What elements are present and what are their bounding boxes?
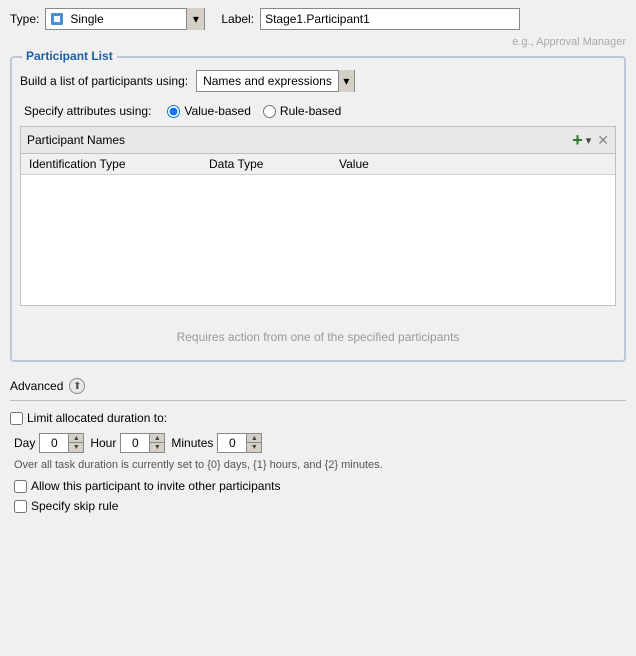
specify-row: Specify attributes using: Value-based Ru… [20,104,616,118]
type-dropdown-arrow[interactable]: ▾ [186,8,204,30]
day-input[interactable] [40,434,68,452]
type-label: Type: [10,12,39,26]
skip-rule-row: Specify skip rule [14,499,626,513]
label-label: Label: [221,12,254,26]
collapse-button[interactable]: ⬆ [69,378,85,394]
hour-input[interactable] [121,434,149,452]
dropdown-value: Names and expressions [197,74,338,88]
hour-label: Hour [90,436,116,450]
hour-up-button[interactable]: ▲ [150,434,164,443]
rule-based-option[interactable]: Rule-based [263,104,341,118]
names-expressions-dropdown[interactable]: Names and expressions ▾ [196,70,355,92]
column-headers: Identification Type Data Type Value [21,154,615,175]
rule-based-label: Rule-based [280,104,341,118]
participant-table: Participant Names + ▾ ✕ Identification T… [20,126,616,306]
participant-list-frame: Participant List Build a list of partici… [10,56,626,362]
day-up-button[interactable]: ▲ [69,434,83,443]
over-all-note: Over all task duration is currently set … [14,459,626,471]
limit-duration-label: Limit allocated duration to: [10,411,167,425]
time-row: Day ▲ ▼ Hour ▲ ▼ Minutes [14,433,626,453]
value-based-radio[interactable] [167,105,180,118]
advanced-label: Advanced [10,379,63,393]
minutes-input[interactable] [218,434,246,452]
value-based-label: Value-based [184,104,251,118]
participant-list-body: Build a list of participants using: Name… [12,58,624,360]
hour-input-wrapper: ▲ ▼ [120,433,165,453]
skip-rule-checkbox[interactable] [14,500,27,513]
minutes-group: Minutes ▲ ▼ [171,433,262,453]
table-header: Participant Names + ▾ ✕ [21,127,615,154]
top-bar: Type: Single ▾ Label: [0,0,636,34]
build-row: Build a list of participants using: Name… [20,70,616,92]
col-header-val: Value [331,154,615,174]
specify-label: Specify attributes using: [24,104,151,118]
chevron-down-icon: ▾ [193,12,199,26]
label-input[interactable] [260,8,520,30]
table-actions: + ▾ ✕ [572,131,609,149]
limit-duration-row: Limit allocated duration to: [10,411,626,425]
dropdown-arrow-icon: ▾ [338,70,354,92]
minutes-input-wrapper: ▲ ▼ [217,433,262,453]
minutes-label: Minutes [171,436,213,450]
hint-text: e.g., Approval Manager [512,36,626,48]
remove-participant-button[interactable]: ✕ [597,132,609,149]
rule-based-radio[interactable] [263,105,276,118]
type-select[interactable]: Single ▾ [45,8,205,30]
value-based-option[interactable]: Value-based [167,104,251,118]
advanced-header: Advanced ⬆ [10,378,626,401]
skip-rule-label: Specify skip rule [31,499,118,513]
table-title: Participant Names [27,133,125,147]
minutes-up-button[interactable]: ▲ [247,434,261,443]
limit-duration-checkbox[interactable] [10,412,23,425]
participant-list-title: Participant List [22,49,117,63]
allow-invite-label: Allow this participant to invite other p… [31,479,280,493]
action-note: Requires action from one of the specifie… [20,322,616,352]
day-label: Day [14,436,35,450]
table-body [21,175,615,305]
hour-group: Hour ▲ ▼ [90,433,165,453]
minutes-spinners: ▲ ▼ [246,434,261,452]
collapse-icon: ⬆ [73,381,81,392]
add-dropdown-button[interactable]: ▾ [586,134,592,147]
allow-invite-checkbox[interactable] [14,480,27,493]
build-label: Build a list of participants using: [20,74,188,88]
col-header-id: Identification Type [21,154,201,174]
type-section: Type: Single ▾ [10,8,205,30]
day-group: Day ▲ ▼ [14,433,84,453]
type-value: Single [68,12,186,26]
add-participant-button[interactable]: + [572,131,583,149]
over-all-text: Over all task duration is currently set … [14,459,383,471]
minutes-down-button[interactable]: ▼ [247,443,261,452]
label-section: Label: [221,8,626,30]
hour-spinners: ▲ ▼ [149,434,164,452]
day-input-wrapper: ▲ ▼ [39,433,84,453]
hour-down-button[interactable]: ▼ [150,443,164,452]
day-down-button[interactable]: ▼ [69,443,83,452]
col-header-dt: Data Type [201,154,331,174]
limit-duration-text: Limit allocated duration to: [27,411,167,425]
type-icon [48,10,66,28]
allow-invite-row: Allow this participant to invite other p… [14,479,626,493]
radio-group: Value-based Rule-based [167,104,341,118]
action-note-text: Requires action from one of the specifie… [177,330,460,344]
advanced-section: Advanced ⬆ Limit allocated duration to: … [0,370,636,513]
day-spinners: ▲ ▼ [68,434,83,452]
